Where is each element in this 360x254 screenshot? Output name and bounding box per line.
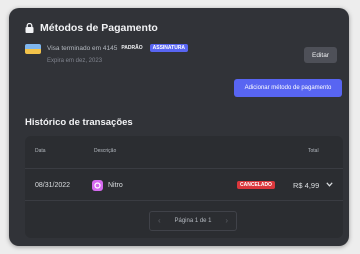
lock-icon bbox=[25, 23, 34, 33]
status-badge: CANCELADO bbox=[237, 181, 275, 189]
transaction-history-title: Histórico de transações bbox=[25, 117, 133, 128]
payment-card-row: Visa terminado em 4145 PADRÃO ASSINATURA… bbox=[25, 42, 343, 74]
column-header-date: Data bbox=[35, 148, 46, 154]
chevron-right-icon[interactable]: › bbox=[225, 217, 228, 225]
billing-panel: Métodos de Pagamento Visa terminado em 4… bbox=[9, 8, 349, 246]
nitro-icon bbox=[92, 180, 103, 191]
header-divider bbox=[25, 168, 343, 169]
card-expiry: Expira em dez, 2023 bbox=[47, 58, 103, 64]
edit-button[interactable]: Editar bbox=[304, 47, 337, 63]
subscription-badge: ASSINATURA bbox=[149, 44, 189, 52]
chevron-down-icon[interactable] bbox=[326, 182, 333, 187]
column-header-total: Total bbox=[308, 148, 319, 154]
transaction-table: Data Descrição Total 08/31/2022 Nitro CA… bbox=[25, 136, 343, 238]
row-description: Nitro bbox=[108, 182, 123, 189]
chevron-left-icon[interactable]: ‹ bbox=[158, 217, 161, 225]
pagination: ‹ Página 1 de 1 › bbox=[149, 211, 237, 231]
column-header-description: Descrição bbox=[94, 148, 117, 154]
card-label: Visa terminado em 4145 bbox=[47, 44, 118, 52]
payment-methods-header: Métodos de Pagamento bbox=[25, 22, 158, 34]
row-divider bbox=[25, 200, 343, 201]
default-badge: PADRÃO bbox=[121, 45, 143, 51]
visa-card-icon bbox=[25, 44, 41, 54]
row-total: R$ 4,99 bbox=[293, 181, 320, 190]
add-payment-method-button[interactable]: Adicionar método de pagamento bbox=[234, 79, 342, 97]
payment-methods-title: Métodos de Pagamento bbox=[40, 22, 158, 34]
page-indicator: Página 1 de 1 bbox=[174, 218, 212, 224]
row-date: 08/31/2022 bbox=[35, 182, 71, 189]
